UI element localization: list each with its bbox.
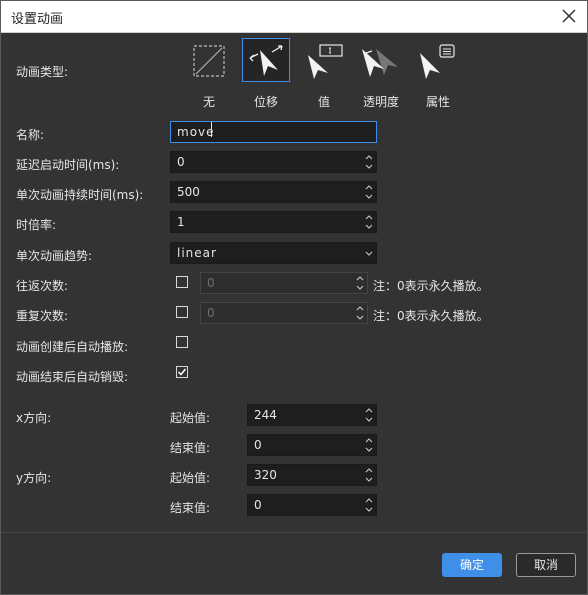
repeat-input[interactable]: 0 <box>200 302 368 324</box>
x-start-input[interactable]: 244 <box>247 404 377 426</box>
opacity-icon <box>362 49 398 77</box>
chevron-down-icon[interactable] <box>364 245 374 263</box>
none-icon <box>193 45 225 77</box>
cancel-button[interactable]: 取消 <box>516 553 576 577</box>
rate-input[interactable]: 1 <box>170 211 377 233</box>
anim-type-value[interactable] <box>300 39 348 83</box>
anim-type-label: 动画类型: <box>16 65 69 79</box>
x-direction-label: x方向: <box>16 411 52 425</box>
text-cursor <box>211 122 212 137</box>
anim-type-opacity-label: 透明度 <box>362 95 399 109</box>
yoyo-checkbox[interactable] <box>176 276 188 288</box>
anim-type-none-label: 无 <box>202 95 215 109</box>
anim-type-opacity[interactable] <box>355 39 403 83</box>
ok-button[interactable]: 确定 <box>442 553 502 577</box>
dialog-title: 设置动画 <box>11 12 64 27</box>
y-start-label: 起始值: <box>170 471 211 485</box>
anim-type-move-label: 位移 <box>253 95 278 109</box>
spinner-icon[interactable] <box>364 183 374 201</box>
yoyo-note: 注：0表示永久播放。 <box>373 279 489 293</box>
footer-divider <box>1 532 587 533</box>
easing-label: 单次动画趋势: <box>16 249 93 263</box>
delay-input[interactable]: 0 <box>170 151 377 173</box>
spinner-icon[interactable] <box>364 153 374 171</box>
spinner-icon[interactable] <box>364 466 374 484</box>
duration-input[interactable]: 500 <box>170 181 377 203</box>
yoyo-input[interactable]: 0 <box>200 272 368 294</box>
rate-label: 时倍率: <box>16 218 57 232</box>
animation-dialog: 设置动画 动画类型: 无 位移 值 透明度 属性 名称: move 延迟启动时间… <box>0 0 588 595</box>
repeat-label: 重复次数: <box>16 309 69 323</box>
spinner-icon[interactable] <box>355 274 365 296</box>
value-icon <box>308 44 343 79</box>
autoplay-label: 动画创建后自动播放: <box>16 340 129 354</box>
name-input[interactable]: move <box>170 121 377 143</box>
anim-type-none[interactable] <box>185 39 233 83</box>
x-end-input[interactable]: 0 <box>247 434 377 456</box>
duration-label: 单次动画持续时间(ms): <box>16 188 144 202</box>
spinner-icon[interactable] <box>364 436 374 454</box>
spinner-icon[interactable] <box>364 406 374 424</box>
yoyo-label: 往返次数: <box>16 279 69 293</box>
name-label: 名称: <box>16 128 45 142</box>
y-direction-label: y方向: <box>16 471 52 485</box>
repeat-note: 注：0表示永久播放。 <box>373 309 489 323</box>
delay-label: 延迟启动时间(ms): <box>16 158 120 172</box>
y-start-input[interactable]: 320 <box>247 464 377 486</box>
easing-select[interactable]: linear <box>170 242 377 264</box>
check-icon <box>177 368 187 376</box>
anim-type-value-label: 值 <box>317 95 330 109</box>
spinner-icon[interactable] <box>364 496 374 514</box>
autodestroy-label: 动画结束后自动销毁: <box>16 370 129 384</box>
spinner-icon[interactable] <box>364 213 374 231</box>
y-end-label: 结束值: <box>170 501 211 515</box>
spinner-icon[interactable] <box>355 304 365 326</box>
autoplay-checkbox[interactable] <box>176 336 188 348</box>
repeat-checkbox[interactable] <box>176 306 188 318</box>
anim-type-property[interactable] <box>412 39 460 83</box>
anim-type-move[interactable] <box>242 38 290 82</box>
property-icon <box>420 44 455 79</box>
title-bar: 设置动画 <box>1 1 587 33</box>
x-start-label: 起始值: <box>170 411 211 425</box>
y-end-input[interactable]: 0 <box>247 494 377 516</box>
x-end-label: 结束值: <box>170 441 211 455</box>
move-icon <box>249 45 283 76</box>
autodestroy-checkbox[interactable] <box>176 366 188 378</box>
close-icon[interactable] <box>559 6 579 26</box>
anim-type-property-label: 属性 <box>425 95 450 109</box>
